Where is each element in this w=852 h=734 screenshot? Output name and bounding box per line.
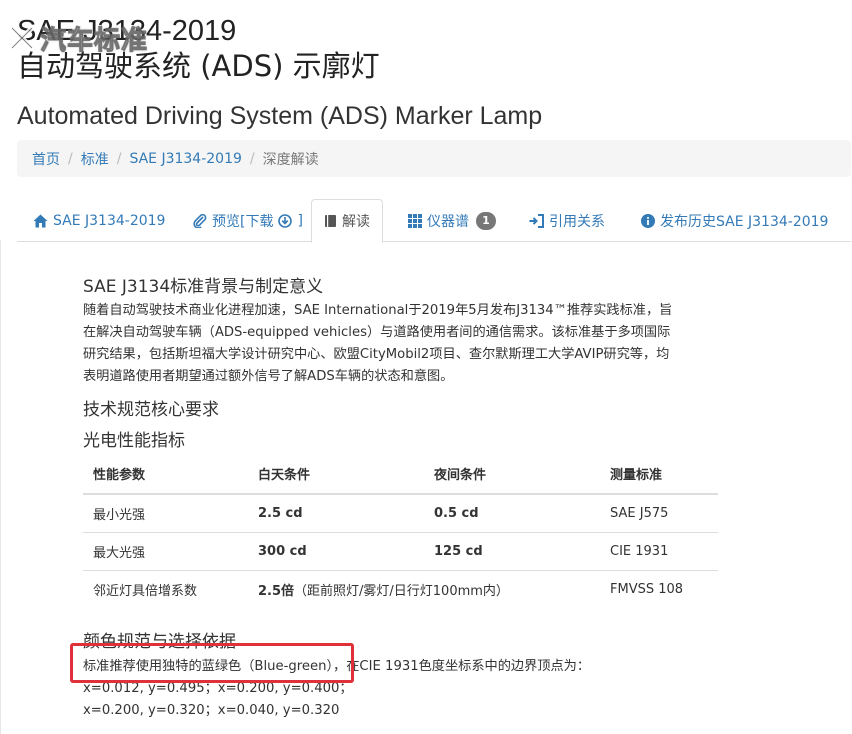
table-cell-param: 邻近灯具倍增系数 — [83, 570, 248, 608]
tab-interpretation[interactable]: 解读 — [311, 199, 383, 243]
tab-label: 解读 — [342, 214, 370, 230]
table-cell-param: 最大光强 — [83, 532, 248, 571]
tab-label: 预览[下载 — [212, 213, 274, 230]
instruments-count-badge: 1 — [476, 211, 496, 230]
book-icon — [325, 215, 336, 227]
color-highlight-text: 标准推荐使用独特的蓝绿色（Blue-green）， — [83, 659, 347, 674]
standard-title-cn: 自动驾驶系统 (ADS) 示廓灯 — [17, 49, 380, 83]
paragraph-background-line: 在解决自动驾驶车辆（ADS-equipped vehicles）与道路使用者间的… — [83, 325, 671, 340]
paperclip-icon — [193, 213, 207, 228]
breadcrumb: 首页 / 标准 / SAE J3134-2019 / 深度解读 — [17, 140, 851, 177]
table-header: 测量标准 — [600, 453, 718, 495]
tab-label: 引用关系 — [549, 213, 605, 230]
color-coordinates-line: x=0.012, y=0.495；x=0.200, y=0.400； — [83, 681, 353, 696]
table-header: 性能参数 — [83, 453, 248, 495]
table-cell-standard: CIE 1931 — [600, 532, 718, 571]
table-row: 最大光强 300 cd 125 cd CIE 1931 — [83, 532, 718, 571]
tab-label: SAE J3134-2019 — [53, 212, 166, 229]
table-header: 白天条件 — [248, 453, 424, 495]
download-circle-icon — [278, 213, 293, 228]
color-line-rest: 在CIE 1931色度坐标系中的边界顶点为： — [346, 659, 591, 674]
table-header-row: 性能参数 白天条件 夜间条件 测量标准 — [83, 453, 718, 495]
heading-requirements: 技术规范核心要求 — [83, 400, 219, 420]
home-icon — [33, 214, 48, 227]
table-cell-day: 300 cd — [248, 532, 424, 571]
left-border — [0, 240, 1, 734]
paragraph-background-line: 表明道路使用者期望通过额外信号了解ADS车辆的状态和意图。 — [83, 369, 454, 384]
tab-preview-download[interactable]: 预览[下载 ] — [193, 199, 303, 242]
heading-color: 颜色规范与选择依据 — [83, 632, 236, 652]
tab-release-history[interactable]: 发布历史SAE J3134-2019 — [641, 199, 828, 242]
tab-label: 仪器谱 — [427, 213, 469, 230]
heading-background: SAE J3134标准背景与制定意义 — [83, 277, 324, 297]
tab-standard-home[interactable]: SAE J3134-2019 — [33, 199, 165, 242]
standard-title-en: Automated Driving System (ADS) Marker La… — [17, 102, 543, 130]
breadcrumb-home[interactable]: 首页 — [32, 149, 60, 169]
table-cell-night: 0.5 cd — [424, 493, 600, 533]
sign-in-icon — [529, 213, 544, 228]
paragraph-background-line: 随着自动驾驶技术商业化进程加速，SAE International于2019年5… — [83, 303, 673, 318]
table-cell-standard: FMVSS 108 — [600, 570, 718, 608]
breadcrumb-separator: / — [116, 150, 122, 167]
table-cell-night: 125 cd — [424, 532, 600, 571]
color-line: 标准推荐使用独特的蓝绿色（Blue-green），在CIE 1931色度坐标系中… — [83, 656, 590, 678]
breadcrumb-standard-code[interactable]: SAE J3134-2019 — [129, 151, 241, 167]
breadcrumb-separator: / — [249, 150, 255, 167]
tab-label-close: ] — [297, 212, 303, 229]
table-cell-standard: SAE J575 — [600, 493, 718, 533]
standard-code-title: SAE J3134-2019 — [17, 15, 237, 47]
tab-references[interactable]: 引用关系 — [529, 199, 605, 242]
color-coordinates-line: x=0.200, y=0.320；x=0.040, y=0.320 — [83, 703, 340, 718]
table-cell-multiplier: 2.5倍（距前照灯/雾灯/日行灯100mm内） — [248, 570, 600, 608]
table-cell-day: 2.5 cd — [248, 493, 424, 533]
breadcrumb-separator: / — [68, 150, 73, 167]
table-header: 夜间条件 — [424, 453, 600, 495]
breadcrumb-current: 深度解读 — [262, 151, 319, 168]
table-row: 邻近灯具倍增系数 2.5倍（距前照灯/雾灯/日行灯100mm内） FMVSS 1… — [83, 570, 718, 608]
multiplier-note: （距前照灯/雾灯/日行灯100mm内） — [294, 584, 509, 599]
tab-instruments[interactable]: 仪器谱 1 — [408, 199, 496, 242]
table-row: 最小光强 2.5 cd 0.5 cd SAE J575 — [83, 493, 718, 533]
page: SAE J3134-2019 自动驾驶系统 (ADS) 示廓灯 汽车标准 Aut… — [0, 0, 852, 734]
table-cell-param: 最小光强 — [83, 493, 248, 533]
paragraph-background-line: 研究结果，包括斯坦福大学设计研究中心、欧盟CityMobil2项目、查尔默斯理工… — [83, 347, 670, 362]
info-circle-icon — [641, 213, 655, 228]
tab-label: 发布历史SAE J3134-2019 — [660, 213, 829, 230]
heading-photometric: 光电性能指标 — [83, 431, 185, 451]
breadcrumb-standards[interactable]: 标准 — [81, 149, 109, 169]
tab-bar: SAE J3134-2019 预览[下载 ] 解读 仪器谱 1 引用关系 发布历… — [17, 199, 851, 243]
photometric-table: 性能参数 白天条件 夜间条件 测量标准 最小光强 2.5 cd 0.5 cd S… — [83, 453, 718, 608]
multiplier-value: 2.5倍 — [258, 584, 295, 599]
grid-icon — [408, 213, 422, 228]
